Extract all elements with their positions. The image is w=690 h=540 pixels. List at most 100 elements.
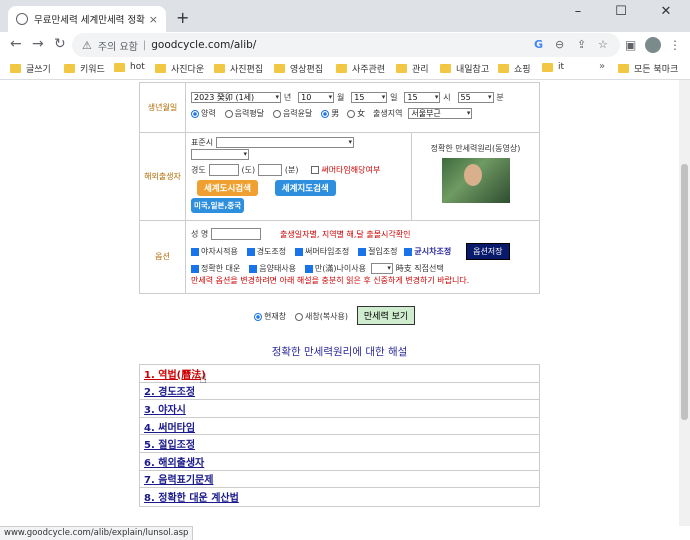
- explain-item-overseas[interactable]: 6. 해외출생자: [140, 453, 539, 471]
- solar-radio[interactable]: [191, 109, 199, 118]
- night-hour-checkbox[interactable]: [191, 247, 199, 256]
- longitude-adjust-checkbox[interactable]: [246, 247, 255, 256]
- back-button[interactable]: ←: [10, 36, 22, 52]
- all-bookmarks-button[interactable]: 모든 북마크: [618, 62, 678, 75]
- new-tab-button[interactable]: +: [176, 8, 189, 27]
- browser-tab[interactable]: 무료만세력 세계만세력 정확한 ×: [8, 6, 166, 32]
- explain-item-jeolip[interactable]: 5. 절입조정: [140, 435, 539, 453]
- explain-item-daewoon[interactable]: 8. 정확한 대운 계산법: [140, 488, 539, 506]
- birth-label: 생년월일: [140, 83, 186, 132]
- full-age-checkbox[interactable]: [304, 264, 313, 273]
- exact-daewoon-checkbox[interactable]: [191, 264, 199, 273]
- maximize-button[interactable]: ☐: [598, 4, 644, 19]
- sunrise-link[interactable]: 출생일자별, 지역별 해,달 출몰시각확인: [280, 230, 410, 239]
- birth-content: 2023 癸卯 (1세) 년 10 월 15 일 15 시 55 분 양력 음력…: [186, 83, 539, 132]
- explain-item-summer-time[interactable]: 4. 써머타임: [140, 418, 539, 436]
- tab-close-button[interactable]: ×: [149, 13, 158, 26]
- world-map-search-button[interactable]: 세계지도검색: [274, 180, 336, 196]
- minute-unit: 분: [496, 93, 504, 102]
- male-radio[interactable]: [321, 109, 330, 118]
- full-age-label: 만(滿)나이사용: [314, 264, 366, 273]
- folder-icon: [440, 64, 451, 73]
- city-select[interactable]: [191, 149, 249, 160]
- hour-branch-select[interactable]: [370, 263, 393, 274]
- region-select[interactable]: 서울부근: [408, 108, 473, 119]
- bookmark-item[interactable]: 키워드: [64, 62, 105, 75]
- female-radio[interactable]: [347, 109, 356, 118]
- jeolip-adjust-checkbox[interactable]: [358, 247, 367, 256]
- bookmark-item[interactable]: 사진편집: [214, 62, 263, 75]
- bookmark-item[interactable]: 관리: [396, 62, 429, 75]
- summer-adjust-label: 써머타임조정: [305, 247, 350, 256]
- profile-avatar[interactable]: [645, 37, 661, 53]
- jeolip-adjust-label: 절입조정: [368, 247, 398, 256]
- day-select[interactable]: 15: [351, 92, 388, 103]
- bookmark-item[interactable]: it: [542, 62, 564, 72]
- bookmark-item[interactable]: 내일참고: [440, 62, 489, 75]
- solar-time-checkbox[interactable]: [404, 247, 413, 256]
- folder-icon: [618, 64, 629, 73]
- star-icon[interactable]: ☆: [598, 38, 608, 51]
- yinyang-checkbox[interactable]: [249, 264, 258, 273]
- sidebar-icon[interactable]: ▣: [625, 38, 636, 52]
- minimize-button[interactable]: –: [555, 4, 601, 19]
- menu-icon[interactable]: ⋮: [669, 38, 681, 52]
- deg-unit: (도): [241, 165, 256, 175]
- bookmark-item[interactable]: 사진다운: [155, 62, 204, 75]
- name-input[interactable]: [211, 228, 262, 240]
- longitude-deg-input[interactable]: [208, 164, 239, 176]
- zoom-icon[interactable]: ⊖: [555, 38, 564, 51]
- world-city-search-button[interactable]: 세계도시검색: [197, 180, 258, 196]
- current-window-radio[interactable]: [254, 312, 262, 321]
- longitude-min-input[interactable]: [257, 164, 282, 176]
- page-scrollbar[interactable]: [679, 80, 690, 526]
- hour-select[interactable]: 15: [404, 92, 441, 103]
- summer-time-checkbox[interactable]: [311, 166, 320, 174]
- month-select[interactable]: 10: [298, 92, 335, 103]
- bookmark-item[interactable]: 사주관련: [336, 62, 385, 75]
- options-content: 성 명 출생일자별, 지역별 해,달 출몰시각확인 야자시적용 경도조정 써머타…: [186, 221, 539, 293]
- view-manseryeok-button[interactable]: 만세력 보기: [356, 306, 416, 325]
- bookmark-item[interactable]: hot: [114, 62, 145, 72]
- folder-icon: [64, 64, 75, 73]
- year-select[interactable]: 2023 癸卯 (1세): [191, 92, 281, 103]
- std-time-select[interactable]: [215, 137, 354, 148]
- explain-item-lunar-notation[interactable]: 7. 음력표기문제: [140, 471, 539, 489]
- summer-adjust-checkbox[interactable]: [295, 247, 304, 256]
- lunar-normal-radio[interactable]: [224, 109, 233, 118]
- solar-time-label: 균시차조정: [414, 247, 452, 256]
- bookmark-item[interactable]: 영상편집: [274, 62, 323, 75]
- video-thumbnail[interactable]: [441, 158, 510, 203]
- share-icon[interactable]: ⇪: [577, 38, 586, 51]
- close-window-button[interactable]: ✕: [643, 4, 689, 19]
- folder-icon: [396, 64, 407, 73]
- security-label[interactable]: 주의 요함: [98, 38, 138, 53]
- explain-item-night-hour[interactable]: 3. 야자시: [140, 400, 539, 418]
- minute-select[interactable]: 55: [457, 92, 494, 103]
- folder-icon: [10, 64, 21, 73]
- url-text[interactable]: goodcycle.com/alib/: [151, 39, 256, 51]
- warning-icon[interactable]: ⚠: [82, 39, 92, 52]
- us-jp-cn-button[interactable]: 미국,일본,중국: [191, 198, 245, 213]
- save-options-button[interactable]: 옵션저장: [466, 243, 510, 260]
- hour-unit: 시: [443, 93, 451, 102]
- google-icon[interactable]: G: [534, 38, 543, 51]
- folder-icon: [542, 62, 553, 72]
- explain-heading: 정확한 만세력원리에 대한 해설: [271, 346, 408, 358]
- bookmark-item[interactable]: 쇼핑: [498, 62, 531, 75]
- overseas-label: 해외출생자: [140, 133, 186, 220]
- current-window-label: 현재창: [264, 312, 287, 321]
- forward-button[interactable]: →: [32, 36, 44, 52]
- browser-toolbar: ← → ↻ ⚠ 주의 요함 | goodcycle.com/alib/ G ⊖ …: [0, 32, 690, 58]
- bookmarks-more-button[interactable]: »: [599, 61, 605, 72]
- lunar-leap-radio[interactable]: [272, 109, 281, 118]
- bookmark-item[interactable]: 글쓰기: [10, 62, 51, 75]
- folder-icon: [155, 64, 166, 73]
- summer-time-label: 써머타임해당여부: [321, 165, 381, 175]
- new-window-radio[interactable]: [294, 312, 303, 321]
- min-unit: (분): [284, 165, 299, 175]
- folder-icon: [336, 64, 347, 73]
- reload-button[interactable]: ↻: [54, 36, 66, 52]
- scrollbar-thumb[interactable]: [681, 164, 688, 420]
- video-title: 정확한 만세력원리(동영상): [430, 144, 521, 153]
